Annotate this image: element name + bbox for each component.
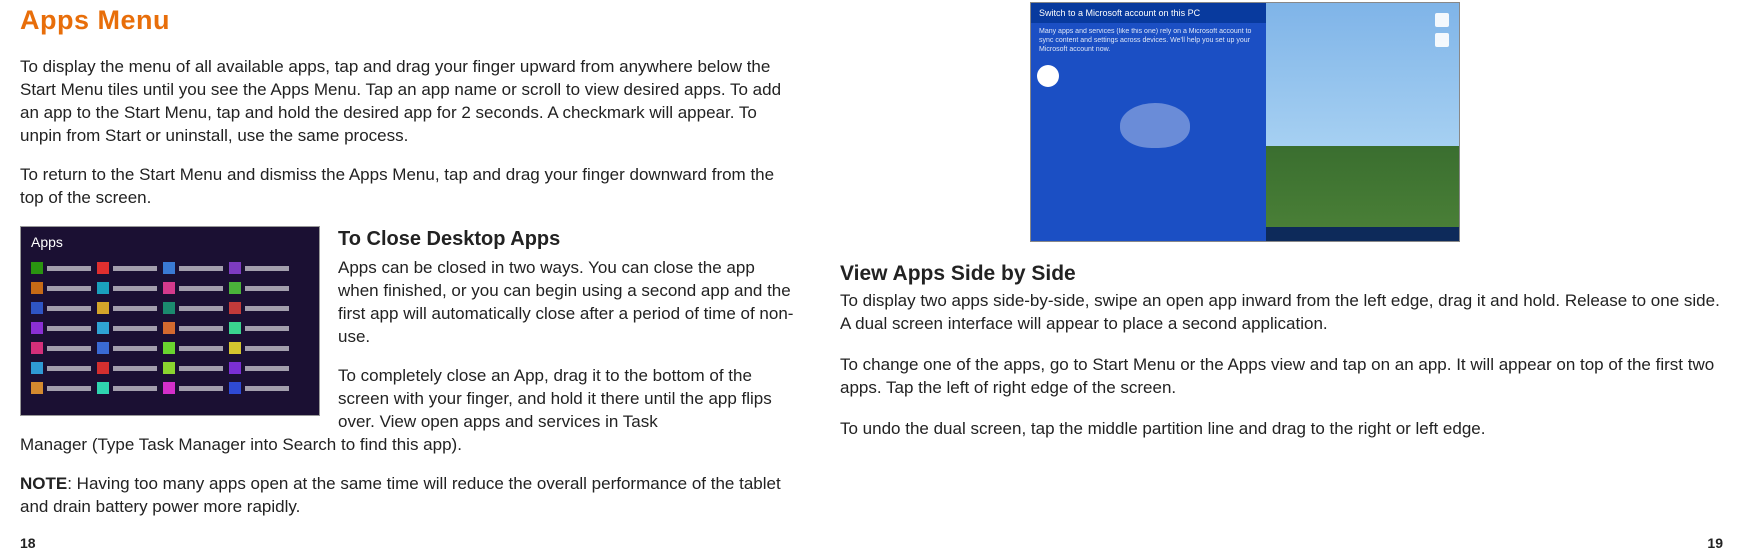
close-desktop-section: Apps (20, 226, 800, 434)
note-paragraph: NOTE: Having too many apps open at the s… (20, 473, 800, 519)
body-paragraph: To completely close an App, drag it to t… (338, 365, 800, 434)
section-heading: Apps Menu (20, 2, 800, 38)
thumb-left-pane: Switch to a Microsoft account on this PC… (1031, 3, 1266, 241)
thumb-topbar-text: Switch to a Microsoft account on this PC (1031, 3, 1266, 23)
body-paragraph: To return to the Start Menu and dismiss … (20, 164, 800, 210)
body-paragraph: To display two apps side-by-side, swipe … (840, 290, 1723, 336)
apps-menu-screenshot: Apps (20, 226, 320, 416)
body-paragraph: To display the menu of all available app… (20, 56, 800, 148)
page-number-left: 18 (20, 534, 36, 553)
left-page: Apps Menu To display the menu of all ava… (20, 2, 800, 553)
body-paragraph-wrap: Manager (Type Task Manager into Search t… (20, 434, 800, 457)
close-text-block: To Close Desktop Apps Apps can be closed… (338, 226, 800, 434)
side-by-side-screenshot: Switch to a Microsoft account on this PC… (1030, 2, 1460, 242)
thumb-right-pane (1266, 3, 1459, 241)
note-label: NOTE (20, 474, 67, 493)
right-page: Switch to a Microsoft account on this PC… (840, 2, 1723, 553)
side-by-side-heading: View Apps Side by Side (840, 260, 1723, 288)
close-subheading: To Close Desktop Apps (338, 226, 800, 253)
desktop-icon (1435, 13, 1449, 27)
desktop-icon (1435, 33, 1449, 47)
body-paragraph: Apps can be closed in two ways. You can … (338, 257, 800, 349)
body-paragraph: To undo the dual screen, tap the middle … (840, 418, 1723, 441)
apps-thumb-label: Apps (31, 233, 63, 252)
body-paragraph: To change one of the apps, go to Start M… (840, 354, 1723, 400)
cloud-icon (1120, 103, 1190, 148)
page-number-right: 19 (1707, 534, 1723, 553)
right-text-block: View Apps Side by Side To display two ap… (840, 260, 1723, 441)
thumb-msg-text: Many apps and services (like this one) r… (1031, 23, 1266, 58)
note-text: : Having too many apps open at the same … (20, 474, 781, 516)
avatar-icon (1037, 65, 1059, 87)
